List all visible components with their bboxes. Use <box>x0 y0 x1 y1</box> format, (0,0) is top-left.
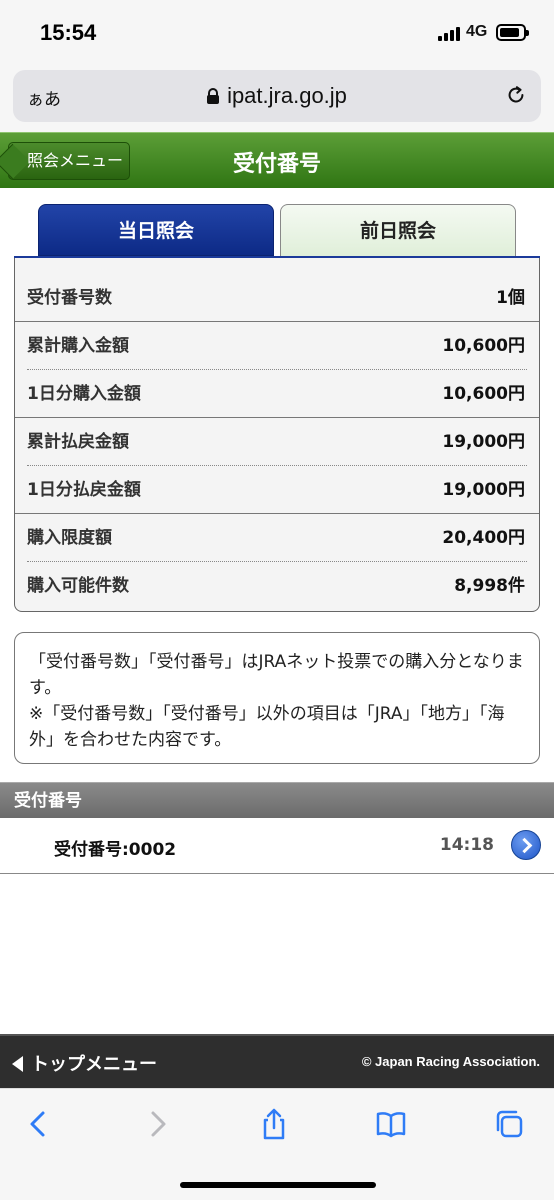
summary-label: 1日分払戻金額 <box>27 480 141 500</box>
url-text: ipat.jra.go.jp <box>227 83 347 108</box>
receipt-time: 14:18 <box>439 835 494 855</box>
summary-value: 1個 <box>496 288 525 308</box>
note-line: 「受付番号数」「受付番号」はJRAネット投票での購入分となります。 <box>29 652 524 698</box>
note-line: ※「受付番号数」「受付番号」以外の項目は「JRA」「地方」「海外」を合わせた内容… <box>29 704 505 750</box>
chevron-right-circle-icon[interactable] <box>511 830 541 860</box>
summary-row: 累計払戻金額 19,000円 <box>27 418 527 466</box>
summary-row: 1日分購入金額 10,600円 <box>27 370 527 418</box>
bookmarks-icon[interactable] <box>374 1107 408 1141</box>
summary-row: 累計購入金額 10,600円 <box>27 322 527 370</box>
status-bar: 15:54 4G <box>0 0 554 66</box>
page-header: 照会メニュー 受付番号 <box>0 132 554 188</box>
reload-icon[interactable] <box>505 84 527 106</box>
browser-address-area: ぁあ ipat.jra.go.jp <box>0 66 554 132</box>
summary-label: 購入可能件数 <box>27 576 129 596</box>
summary-row: 受付番号数 1個 <box>27 274 527 322</box>
summary-label: 累計購入金額 <box>27 336 129 356</box>
address-bar[interactable]: ぁあ ipat.jra.go.jp <box>13 70 541 122</box>
battery-icon <box>496 24 529 41</box>
summary-value: 19,000円 <box>442 480 525 500</box>
top-menu-link[interactable]: トップメニュー <box>12 1050 157 1076</box>
summary-row: 1日分払戻金額 19,000円 <box>27 466 527 514</box>
receipt-number: 受付番号:0002 <box>54 840 177 860</box>
summary-label: 1日分購入金額 <box>27 384 141 404</box>
summary-label: 購入限度額 <box>27 528 112 548</box>
share-icon[interactable] <box>257 1107 291 1141</box>
triangle-left-icon <box>12 1056 23 1072</box>
forward-chevron-icon[interactable] <box>140 1107 174 1141</box>
summary-label: 受付番号数 <box>27 288 112 308</box>
page-title: 受付番号 <box>232 152 321 177</box>
lock-icon <box>207 88 220 104</box>
summary-value: 10,600円 <box>442 384 525 404</box>
summary-value: 19,000円 <box>442 432 525 452</box>
tab-today-inquiry[interactable]: 当日照会 <box>38 204 274 256</box>
page-footer: トップメニュー © Japan Racing Association. <box>0 1034 554 1088</box>
status-time: 15:54 <box>40 20 97 45</box>
summary-row: 購入可能件数 8,998件 <box>27 562 527 610</box>
summary-row: 購入限度額 20,400円 <box>27 514 527 562</box>
summary-value: 8,998件 <box>454 576 525 596</box>
network-label: 4G <box>466 23 488 40</box>
summary-label: 累計払戻金額 <box>27 432 129 452</box>
tab-previous-day-inquiry[interactable]: 前日照会 <box>280 204 516 256</box>
tabs-icon[interactable] <box>492 1107 526 1141</box>
summary-value: 20,400円 <box>442 528 525 548</box>
signal-icon <box>438 27 462 41</box>
receipt-section-header: 受付番号 <box>0 782 554 818</box>
info-note: 「受付番号数」「受付番号」はJRAネット投票での購入分となります。 ※「受付番号… <box>14 632 540 764</box>
inquiry-tabs: 当日照会 前日照会 <box>14 204 540 256</box>
url-display[interactable]: ipat.jra.go.jp <box>13 83 541 109</box>
back-chevron-icon[interactable] <box>22 1107 56 1141</box>
copyright: © Japan Racing Association. <box>361 1054 540 1069</box>
summary-table: 受付番号数 1個 累計購入金額 10,600円 1日分購入金額 10,600円 … <box>14 258 540 612</box>
summary-value: 10,600円 <box>442 336 525 356</box>
top-menu-label: トップメニュー <box>31 1054 157 1075</box>
home-indicator <box>180 1182 376 1188</box>
receipt-list-item[interactable]: 受付番号:0002 14:18 <box>0 818 554 874</box>
